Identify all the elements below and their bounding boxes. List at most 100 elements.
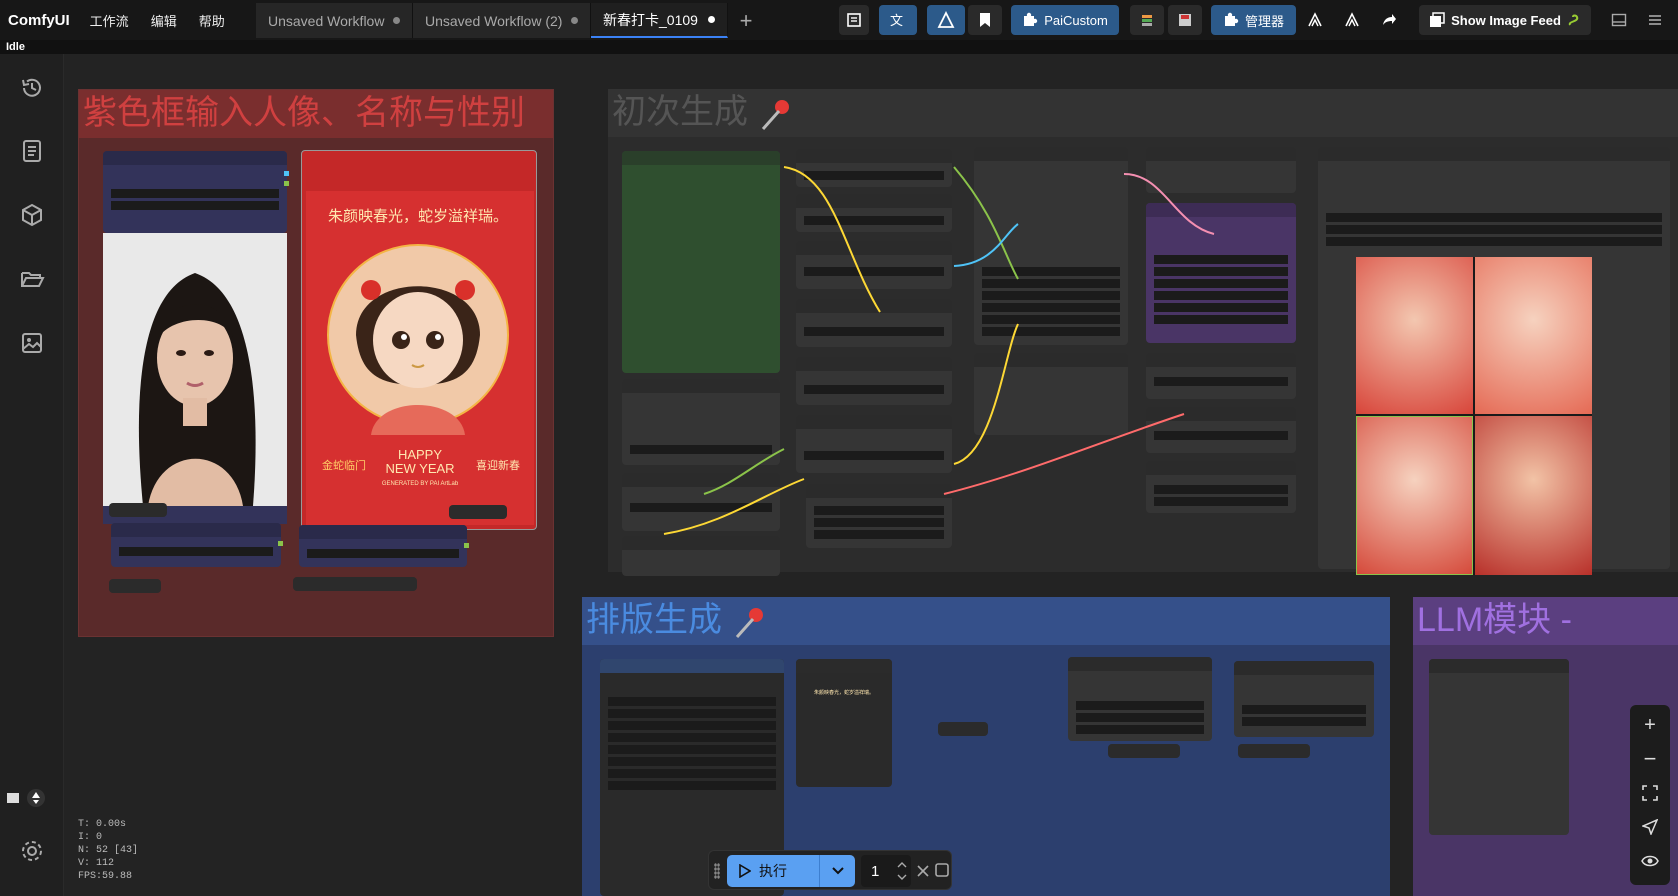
node[interactable] xyxy=(796,415,952,473)
cancel-run-button[interactable] xyxy=(915,863,931,879)
execute-button[interactable]: 执行 xyxy=(727,855,819,887)
batch-count-input[interactable]: 1 xyxy=(861,855,911,887)
snake-icon xyxy=(1568,14,1579,26)
extension-button-1[interactable] xyxy=(1130,5,1164,35)
tab-unsaved-workflow-2[interactable]: Unsaved Workflow (2) xyxy=(413,3,591,38)
menu-workflow[interactable]: 工作流 xyxy=(90,11,129,30)
poster-preview-node[interactable]: 朱颜映春光，蛇岁溢祥瑞。 HAPPY NEW YEAR 金蛇临门 喜迎新春 GE… xyxy=(301,150,537,530)
stat-time: T: 0.00s xyxy=(78,819,127,830)
reroute-node[interactable] xyxy=(1238,744,1310,758)
reroute-node[interactable] xyxy=(1108,744,1180,758)
layers-icon xyxy=(1142,15,1152,26)
graph-canvas[interactable]: 紫色框输入人像、名称与性别 朱颜映春光，蛇岁溢祥瑞。 HAPPY NEW YEA… xyxy=(64,54,1678,896)
zoom-out-button[interactable]: − xyxy=(1638,746,1662,771)
compose-node[interactable] xyxy=(1068,657,1212,741)
settings-button[interactable] xyxy=(16,835,48,867)
reroute-node[interactable] xyxy=(109,579,161,593)
menu-help[interactable]: 帮助 xyxy=(199,11,225,30)
group-title: 紫色框输入人像、名称与性别 xyxy=(79,90,553,138)
unsaved-dot-icon xyxy=(708,16,715,23)
output-node[interactable] xyxy=(1234,661,1374,737)
queue-button[interactable] xyxy=(16,135,48,167)
run-toolbar: 执行 1 xyxy=(708,850,952,890)
group-layout-generation[interactable]: 排版生成 朱颜映春光，蛇岁溢祥瑞。 xyxy=(582,597,1390,896)
share-button[interactable] xyxy=(1373,5,1405,35)
eye-icon xyxy=(1641,855,1659,867)
llm-node[interactable] xyxy=(1429,659,1569,835)
generated-image[interactable] xyxy=(1475,416,1592,575)
app-logo: ComfyUI xyxy=(8,11,70,29)
show-image-feed-button[interactable]: Show Image Feed xyxy=(1419,5,1591,35)
node[interactable] xyxy=(796,299,952,347)
name-input-node[interactable] xyxy=(111,523,283,567)
node[interactable] xyxy=(796,149,952,187)
generated-image[interactable] xyxy=(1356,416,1473,575)
history-icon xyxy=(22,78,41,97)
node[interactable] xyxy=(1146,407,1296,453)
queue-list-button[interactable] xyxy=(839,5,869,35)
sampler-node[interactable] xyxy=(974,147,1128,345)
note-node-green[interactable] xyxy=(622,151,780,373)
pai-custom-button[interactable]: PaiCustom xyxy=(1011,5,1119,35)
node[interactable] xyxy=(796,194,952,232)
toggle-links-button[interactable] xyxy=(1638,849,1662,873)
bookmark-button[interactable] xyxy=(968,5,1002,35)
share-arrow-icon xyxy=(1383,14,1396,25)
close-icon xyxy=(917,865,929,877)
node[interactable] xyxy=(622,473,780,531)
portrait-photo xyxy=(103,233,287,506)
generated-image[interactable] xyxy=(1475,257,1592,414)
balloon-icon[interactable] xyxy=(26,788,46,808)
manager-button[interactable]: 管理器 xyxy=(1211,5,1296,35)
reroute-node[interactable] xyxy=(449,505,507,519)
prompt-node-purple[interactable] xyxy=(1146,203,1296,343)
node[interactable] xyxy=(974,353,1128,435)
node[interactable] xyxy=(1146,353,1296,399)
gallery-button[interactable] xyxy=(16,327,48,359)
reroute-node[interactable] xyxy=(293,577,417,591)
hamburger-icon xyxy=(1649,15,1661,25)
node[interactable] xyxy=(796,241,952,289)
cube-icon xyxy=(22,203,42,227)
toggle-panel-button[interactable] xyxy=(1604,5,1634,35)
node[interactable] xyxy=(622,379,780,465)
gender-input-node[interactable] xyxy=(299,525,469,567)
node[interactable] xyxy=(1146,147,1296,193)
add-tab-button[interactable]: + xyxy=(728,3,764,38)
node[interactable] xyxy=(796,357,952,405)
generated-image[interactable] xyxy=(1356,257,1473,414)
execute-dropdown-button[interactable] xyxy=(819,855,855,887)
drag-handle-icon[interactable] xyxy=(714,863,720,879)
save-disk-button[interactable] xyxy=(1168,5,1202,35)
image-preview-node[interactable] xyxy=(1318,147,1670,575)
stepper-icon[interactable] xyxy=(897,860,907,882)
history-button[interactable] xyxy=(16,72,48,104)
group-portrait-input[interactable]: 紫色框输入人像、名称与性别 朱颜映春光，蛇岁溢祥瑞。 HAPPY NEW YEA… xyxy=(78,89,554,637)
node-library-button[interactable] xyxy=(16,199,48,231)
tab-new-year-checkin[interactable]: 新春打卡_0109 xyxy=(591,3,728,38)
group-first-generation[interactable]: 初次生成 xyxy=(608,89,1678,576)
model-button-1[interactable] xyxy=(1299,5,1331,35)
node[interactable] xyxy=(1146,461,1296,513)
workflows-button[interactable] xyxy=(16,263,48,295)
sd-logo-button[interactable] xyxy=(927,5,965,35)
hamburger-menu-button[interactable] xyxy=(1640,5,1670,35)
fit-view-button[interactable] xyxy=(1638,781,1662,805)
stop-button[interactable] xyxy=(935,863,949,879)
portrait-name-node[interactable] xyxy=(103,151,289,233)
layout-preview-node[interactable]: 朱颜映春光，蛇岁溢祥瑞。 xyxy=(796,659,892,787)
tab-unsaved-workflow[interactable]: Unsaved Workflow xyxy=(256,3,413,38)
select-mode-button[interactable] xyxy=(1638,815,1662,839)
status-indicator: Idle xyxy=(0,40,1678,54)
fit-view-icon xyxy=(1642,785,1658,801)
reroute-node[interactable] xyxy=(938,722,988,736)
image-gallery-icon xyxy=(22,333,42,353)
node[interactable] xyxy=(806,484,952,548)
model-button-2[interactable] xyxy=(1336,5,1368,35)
zoom-in-button[interactable]: + xyxy=(1638,713,1662,737)
node[interactable] xyxy=(622,536,780,576)
translate-button[interactable]: 文 xyxy=(879,5,917,35)
stat-fps: FPS:59.88 xyxy=(78,871,133,882)
menu-edit[interactable]: 编辑 xyxy=(151,11,177,30)
reroute-node[interactable] xyxy=(109,503,167,517)
